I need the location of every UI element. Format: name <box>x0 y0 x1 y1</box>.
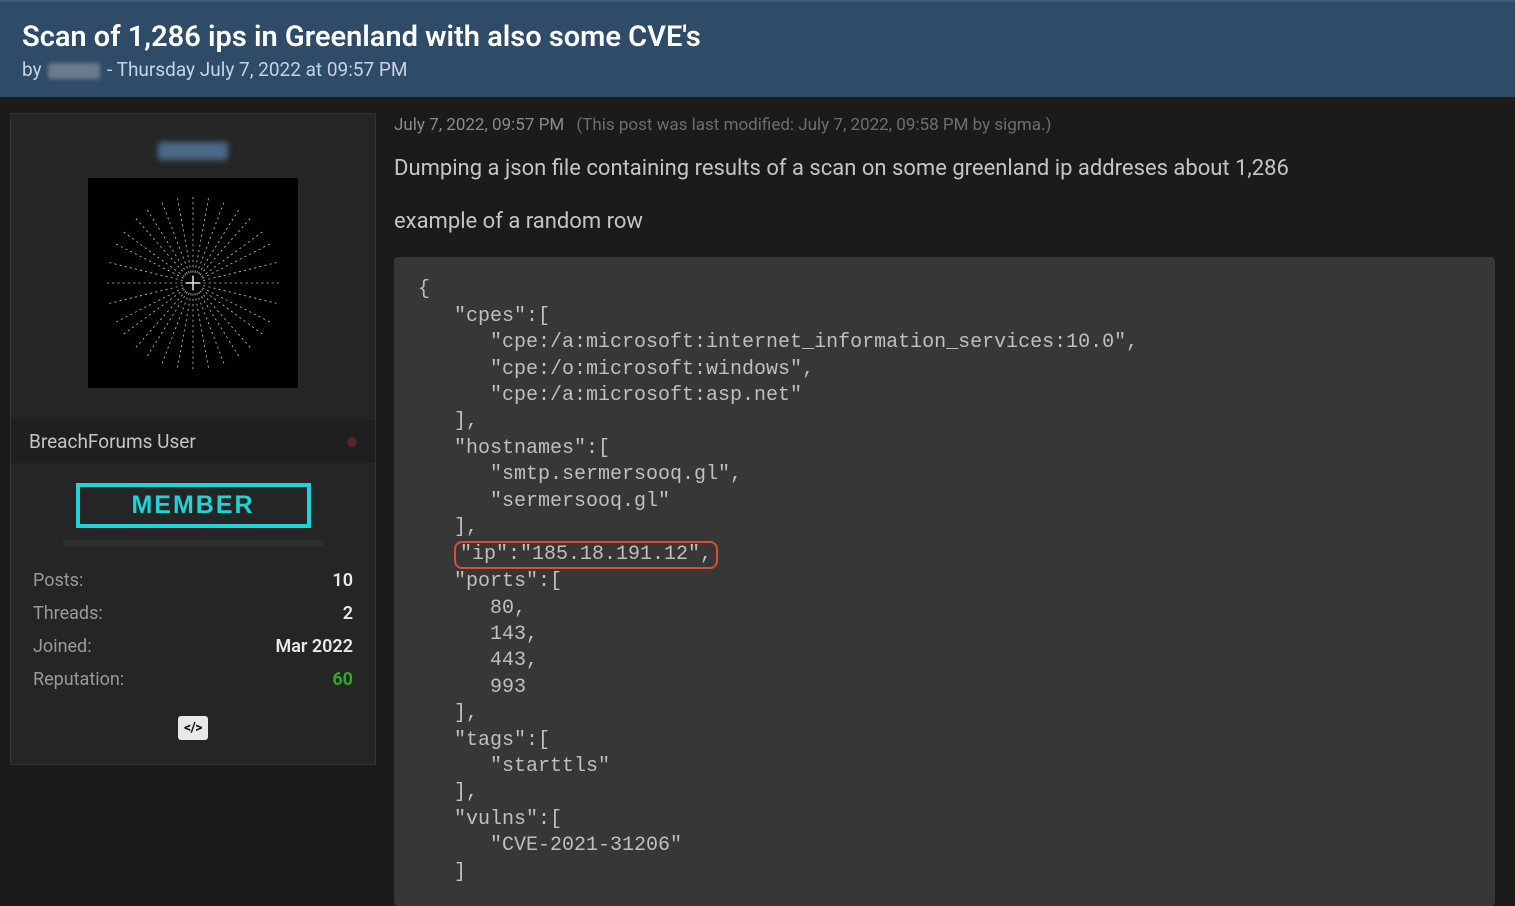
stat-joined: Joined: Mar 2022 <box>33 630 353 663</box>
stat-value: Mar 2022 <box>275 636 353 657</box>
code-line: "cpes":[ <box>418 305 550 328</box>
code-line: "tags":[ <box>418 729 550 752</box>
post-line-2: example of a random row <box>394 204 1495 239</box>
user-column: BreachForums User MEMBER Posts: 10 Threa… <box>10 113 376 906</box>
code-line-pad <box>418 543 454 566</box>
thread-timestamp: Thursday July 7, 2022 at 09:57 PM <box>117 58 408 81</box>
code-icon-row: </> <box>29 716 357 740</box>
code-line: "sermersooq.gl" <box>418 490 670 513</box>
post-body: Dumping a json file containing results o… <box>394 151 1495 906</box>
code-line: ], <box>418 781 478 804</box>
code-line: 143, <box>418 623 538 646</box>
stat-reputation: Reputation: 60 <box>33 663 353 696</box>
code-line: "smtp.sermersooq.gl", <box>418 463 742 486</box>
code-line: ], <box>418 516 478 539</box>
code-line: ] <box>418 861 466 884</box>
stat-label: Posts: <box>33 570 83 591</box>
author-redacted[interactable] <box>48 63 100 79</box>
code-line: "CVE-2021-31206" <box>418 834 682 857</box>
stat-value[interactable]: 60 <box>332 669 353 690</box>
code-line: "cpe:/a:microsoft:asp.net" <box>418 384 802 407</box>
stat-posts: Posts: 10 <box>33 564 353 597</box>
stat-label: Threads: <box>33 603 103 624</box>
code-line: ], <box>418 702 478 725</box>
code-line: "cpe:/o:microsoft:windows", <box>418 358 814 381</box>
code-line: "hostnames":[ <box>418 437 610 460</box>
user-rank: BreachForums User <box>29 430 196 453</box>
main-area: BreachForums User MEMBER Posts: 10 Threa… <box>0 97 1515 906</box>
stat-label: Reputation: <box>33 669 124 690</box>
code-line: 993 <box>418 676 526 699</box>
code-line: 443, <box>418 649 538 672</box>
by-prefix: by <box>22 58 42 81</box>
stat-threads: Threads: 2 <box>33 597 353 630</box>
avatar-starburst-icon <box>88 178 298 388</box>
post-line-1: Dumping a json file containing results o… <box>394 151 1495 186</box>
user-stats: Posts: 10 Threads: 2 Joined: Mar 2022 Re… <box>29 564 357 696</box>
thread-header: Scan of 1,286 ips in Greenland with also… <box>0 0 1515 97</box>
post-modified-note: (This post was last modified: July 7, 20… <box>576 115 1051 135</box>
user-rank-row: BreachForums User <box>11 420 375 463</box>
code-block[interactable]: { "cpes":[ "cpe:/a:microsoft:internet_in… <box>394 257 1495 906</box>
member-badge: MEMBER <box>76 483 311 528</box>
code-line: "vulns":[ <box>418 808 562 831</box>
byline: by - Thursday July 7, 2022 at 09:57 PM <box>22 58 1493 81</box>
user-card: BreachForums User MEMBER Posts: 10 Threa… <box>10 113 376 765</box>
stat-label: Joined: <box>33 636 92 657</box>
code-line: 80, <box>418 597 526 620</box>
avatar[interactable] <box>88 178 298 388</box>
status-offline-icon <box>347 437 357 447</box>
level-bar <box>63 540 323 546</box>
stat-value: 10 <box>332 570 353 591</box>
post-meta: July 7, 2022, 09:57 PM (This post was la… <box>394 115 1495 135</box>
code-line: { <box>418 278 430 301</box>
post-content: July 7, 2022, 09:57 PM (This post was la… <box>394 113 1505 906</box>
timestamp-sep: - <box>107 58 112 81</box>
username-redacted[interactable] <box>158 142 228 160</box>
code-icon[interactable]: </> <box>178 716 208 740</box>
post-timestamp[interactable]: July 7, 2022, 09:57 PM <box>394 115 564 135</box>
stat-value: 2 <box>343 603 353 624</box>
code-line: ], <box>418 410 478 433</box>
ip-highlight: "ip":"185.18.191.12", <box>454 541 718 569</box>
thread-title: Scan of 1,286 ips in Greenland with also… <box>22 20 1493 54</box>
code-line: "starttls" <box>418 755 610 778</box>
code-line: "ports":[ <box>418 570 562 593</box>
code-line: "cpe:/a:microsoft:internet_information_s… <box>418 331 1138 354</box>
